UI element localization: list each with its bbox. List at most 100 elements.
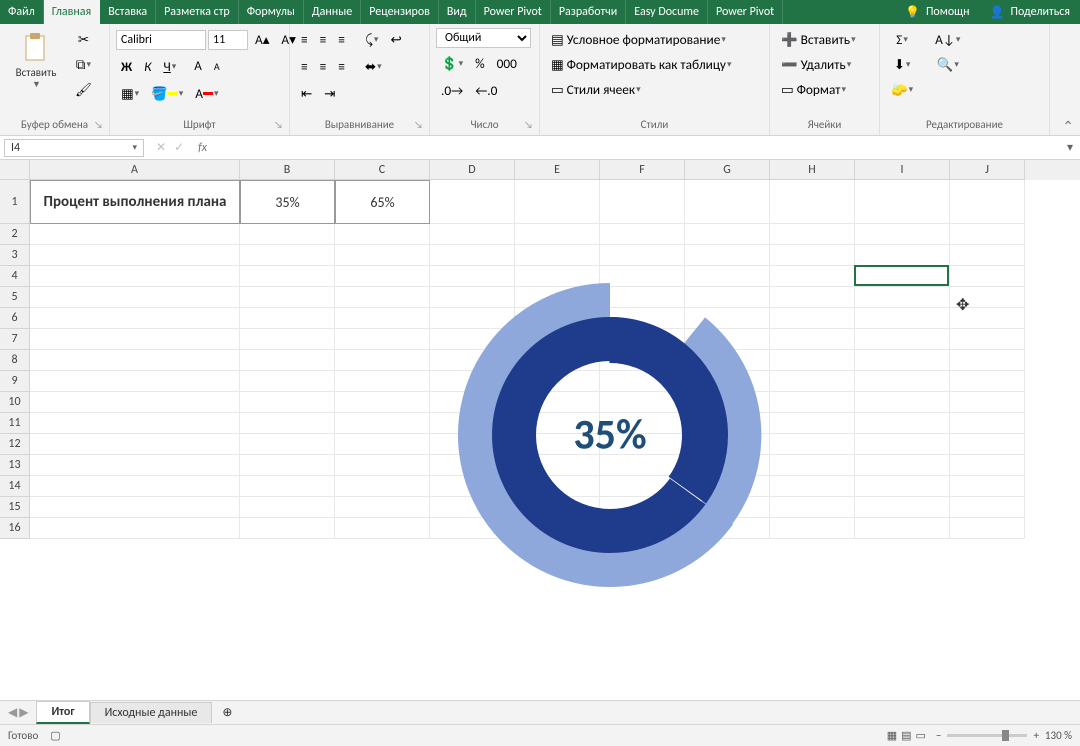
select-all-button[interactable] [0, 160, 30, 180]
cell[interactable] [430, 224, 515, 245]
tell-me[interactable]: 💡 Помощн [895, 0, 980, 24]
cut-button[interactable]: ✂ [70, 28, 97, 51]
new-sheet-button[interactable]: ⊕ [212, 705, 242, 720]
cell[interactable] [950, 434, 1025, 455]
row-header[interactable]: 12 [0, 434, 30, 455]
cell[interactable] [240, 392, 335, 413]
fx-icon[interactable]: fx [192, 141, 213, 155]
cell[interactable] [950, 455, 1025, 476]
cell[interactable] [950, 245, 1025, 266]
number-format-combo[interactable]: Общий [436, 28, 531, 48]
cell[interactable] [30, 266, 240, 287]
shrink-font-a-button[interactable]: A [209, 57, 225, 76]
cell[interactable]: 35% [240, 180, 335, 224]
align-bottom-button[interactable]: ≡ [333, 28, 350, 51]
cell[interactable] [685, 224, 770, 245]
expand-formula-bar-button[interactable]: ▾ [1060, 140, 1080, 155]
italic-button[interactable]: К [139, 55, 156, 78]
cell[interactable] [855, 266, 950, 287]
zoom-out-button[interactable]: − [936, 729, 941, 742]
cell[interactable] [950, 476, 1025, 497]
font-color-button[interactable]: A▾ [190, 82, 223, 105]
cell[interactable] [515, 180, 600, 224]
cell[interactable] [240, 455, 335, 476]
cell[interactable] [950, 329, 1025, 350]
share-button[interactable]: 👤 Поделиться [980, 0, 1080, 24]
row-header[interactable]: 13 [0, 455, 30, 476]
cancel-formula-icon[interactable]: ✕ [156, 140, 166, 155]
cell[interactable] [950, 266, 1025, 287]
column-header[interactable]: B [240, 160, 335, 180]
tab-file[interactable]: Файл [0, 0, 44, 24]
row-header[interactable]: 15 [0, 497, 30, 518]
cell[interactable] [30, 329, 240, 350]
cell[interactable] [335, 224, 430, 245]
name-box[interactable]: I4 ▾ [4, 139, 144, 157]
cell[interactable] [855, 329, 950, 350]
row-header[interactable]: 10 [0, 392, 30, 413]
find-select-button[interactable]: 🔍▾ [930, 53, 965, 76]
cell[interactable] [240, 308, 335, 329]
column-header[interactable]: I [855, 160, 950, 180]
align-right-button[interactable]: ≡ [333, 55, 350, 78]
row-header[interactable]: 6 [0, 308, 30, 329]
worksheet-grid[interactable]: ABCDEFGHIJ 12345678910111213141516 Проце… [0, 160, 1080, 700]
clear-button[interactable]: 🧽▾ [886, 78, 918, 101]
enter-formula-icon[interactable]: ✓ [174, 140, 184, 155]
cell[interactable] [240, 434, 335, 455]
cell[interactable] [240, 371, 335, 392]
column-header[interactable]: F [600, 160, 685, 180]
cell[interactable] [335, 434, 430, 455]
format-as-table-button[interactable]: ▦ Форматировать как таблицу▾ [546, 53, 763, 76]
column-header[interactable]: A [30, 160, 240, 180]
row-header[interactable]: 7 [0, 329, 30, 350]
insert-cells-button[interactable]: ➕ Вставить▾ [776, 28, 873, 51]
sort-filter-button[interactable]: A↓▾ [930, 28, 965, 51]
tab-powerpivot2[interactable]: Power Pivot [708, 0, 783, 24]
cell-styles-button[interactable]: ▭ Стили ячеек▾ [546, 78, 763, 101]
cell[interactable] [855, 518, 950, 539]
decrease-indent-button[interactable]: ⇤ [296, 82, 317, 105]
cell[interactable] [335, 497, 430, 518]
cell[interactable] [855, 287, 950, 308]
cell[interactable] [950, 224, 1025, 245]
column-header[interactable]: H [770, 160, 855, 180]
column-header[interactable]: J [950, 160, 1025, 180]
cell[interactable] [335, 350, 430, 371]
increase-indent-button[interactable]: ⇥ [319, 82, 340, 105]
sheet-tab-active[interactable]: Итог [36, 701, 89, 724]
column-headers[interactable]: ABCDEFGHIJ [30, 160, 1080, 180]
row-header[interactable]: 1 [0, 180, 30, 224]
cell[interactable] [950, 180, 1025, 224]
row-header[interactable]: 3 [0, 245, 30, 266]
macro-record-icon[interactable]: ▢ [50, 729, 60, 742]
increase-font-button[interactable]: A▴ [250, 28, 274, 51]
autosum-button[interactable]: Σ▾ [886, 28, 918, 51]
copy-button[interactable]: ⧉▾ [70, 53, 97, 76]
cell[interactable] [30, 224, 240, 245]
cell[interactable]: 65% [335, 180, 430, 224]
cell[interactable] [240, 287, 335, 308]
cell[interactable] [335, 455, 430, 476]
tab-insert[interactable]: Вставка [100, 0, 156, 24]
cell[interactable] [30, 392, 240, 413]
paste-button[interactable]: Вставить ▼ [6, 28, 66, 94]
comma-format-button[interactable]: 000 [492, 52, 522, 75]
zoom-level[interactable]: 130 % [1045, 729, 1072, 742]
cell[interactable] [30, 455, 240, 476]
zoom-in-button[interactable]: + [1033, 729, 1038, 742]
align-middle-button[interactable]: ≡ [315, 28, 332, 51]
row-header[interactable]: 16 [0, 518, 30, 539]
wrap-text-button[interactable]: ↩ [385, 28, 406, 51]
tab-data[interactable]: Данные [304, 0, 361, 24]
cell[interactable] [600, 180, 685, 224]
row-header[interactable]: 11 [0, 413, 30, 434]
cell[interactable] [515, 224, 600, 245]
cell[interactable] [855, 350, 950, 371]
cell[interactable] [240, 413, 335, 434]
font-size-combo[interactable] [208, 30, 248, 50]
cell[interactable] [855, 245, 950, 266]
tab-review[interactable]: Рецензиров [361, 0, 439, 24]
cell[interactable] [950, 518, 1025, 539]
cell[interactable] [855, 476, 950, 497]
